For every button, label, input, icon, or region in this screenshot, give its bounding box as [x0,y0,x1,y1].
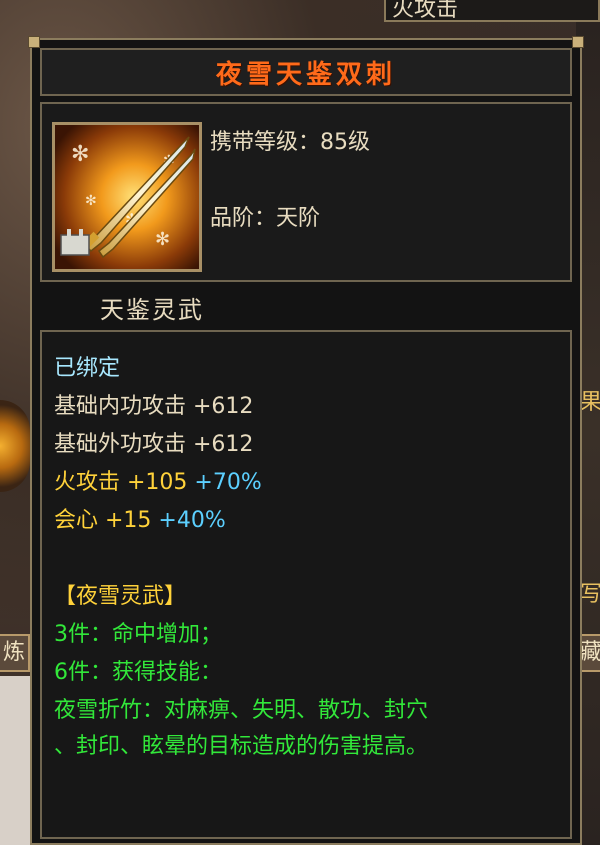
svg-text:✻: ✻ [71,142,89,167]
carry-level: 携带等级：85级 [210,130,370,155]
set-bonus-3: 3件：命中增加； [54,622,222,647]
item-stats-box: 已绑定 基础内功攻击 +612 基础外功攻击 +612 火攻击 +105 +70… [40,330,572,839]
set-bonus-6: 6件：获得技能： [54,660,222,685]
item-grade: 品阶：天阶 [210,206,321,231]
fire-attack-percent: +70% [194,470,262,495]
twin-dagger-icon: ✻ ✻ ✻ ✻ ✻ [52,122,202,272]
crit-stat: 会心 +15 +40% [54,506,226,536]
skill-description-line1: 夜雪折竹：对麻痹、失明、散功、封穴 [54,698,429,723]
background-right-glyph-top: 果 [580,390,600,415]
base-inner-attack: 基础内功攻击 +612 [54,394,254,419]
item-name: 夜雪天鉴双刺 [215,59,396,90]
crit-value: 会心 +15 [54,508,152,533]
background-fire-attack-label: 火攻击 [384,0,600,22]
bound-status: 已绑定 [54,356,121,381]
fire-attack-value: 火攻击 +105 [54,470,188,495]
set-name: 【夜雪灵武】 [54,584,187,609]
svg-text:✻: ✻ [155,229,170,250]
tooltip-corner [572,36,584,48]
item-category: 天鉴灵武 [100,296,204,324]
background-panel-strip [0,676,30,845]
crit-percent: +40% [158,508,226,533]
svg-text:✻: ✻ [85,193,97,209]
skill-description-line2: 、封印、眩晕的目标造成的伤害提高。 [54,734,429,759]
base-outer-attack: 基础外功攻击 +612 [54,432,254,457]
tooltip-title-bar: 夜雪天鉴双刺 [40,48,572,96]
tooltip-corner [28,36,40,48]
fire-attack-stat: 火攻击 +105 +70% [54,468,262,498]
background-refine-button[interactable]: 炼 [0,634,30,672]
item-tooltip: 夜雪天鉴双刺 ✻ ✻ ✻ 携带等级：85级 品阶：天阶 天鉴灵武 已绑定 基础内… [28,36,584,845]
background-right-glyph-mid: 写 [580,582,600,607]
item-header: ✻ ✻ ✻ ✻ ✻ 携带等级：85级 品阶：天阶 [40,102,572,282]
